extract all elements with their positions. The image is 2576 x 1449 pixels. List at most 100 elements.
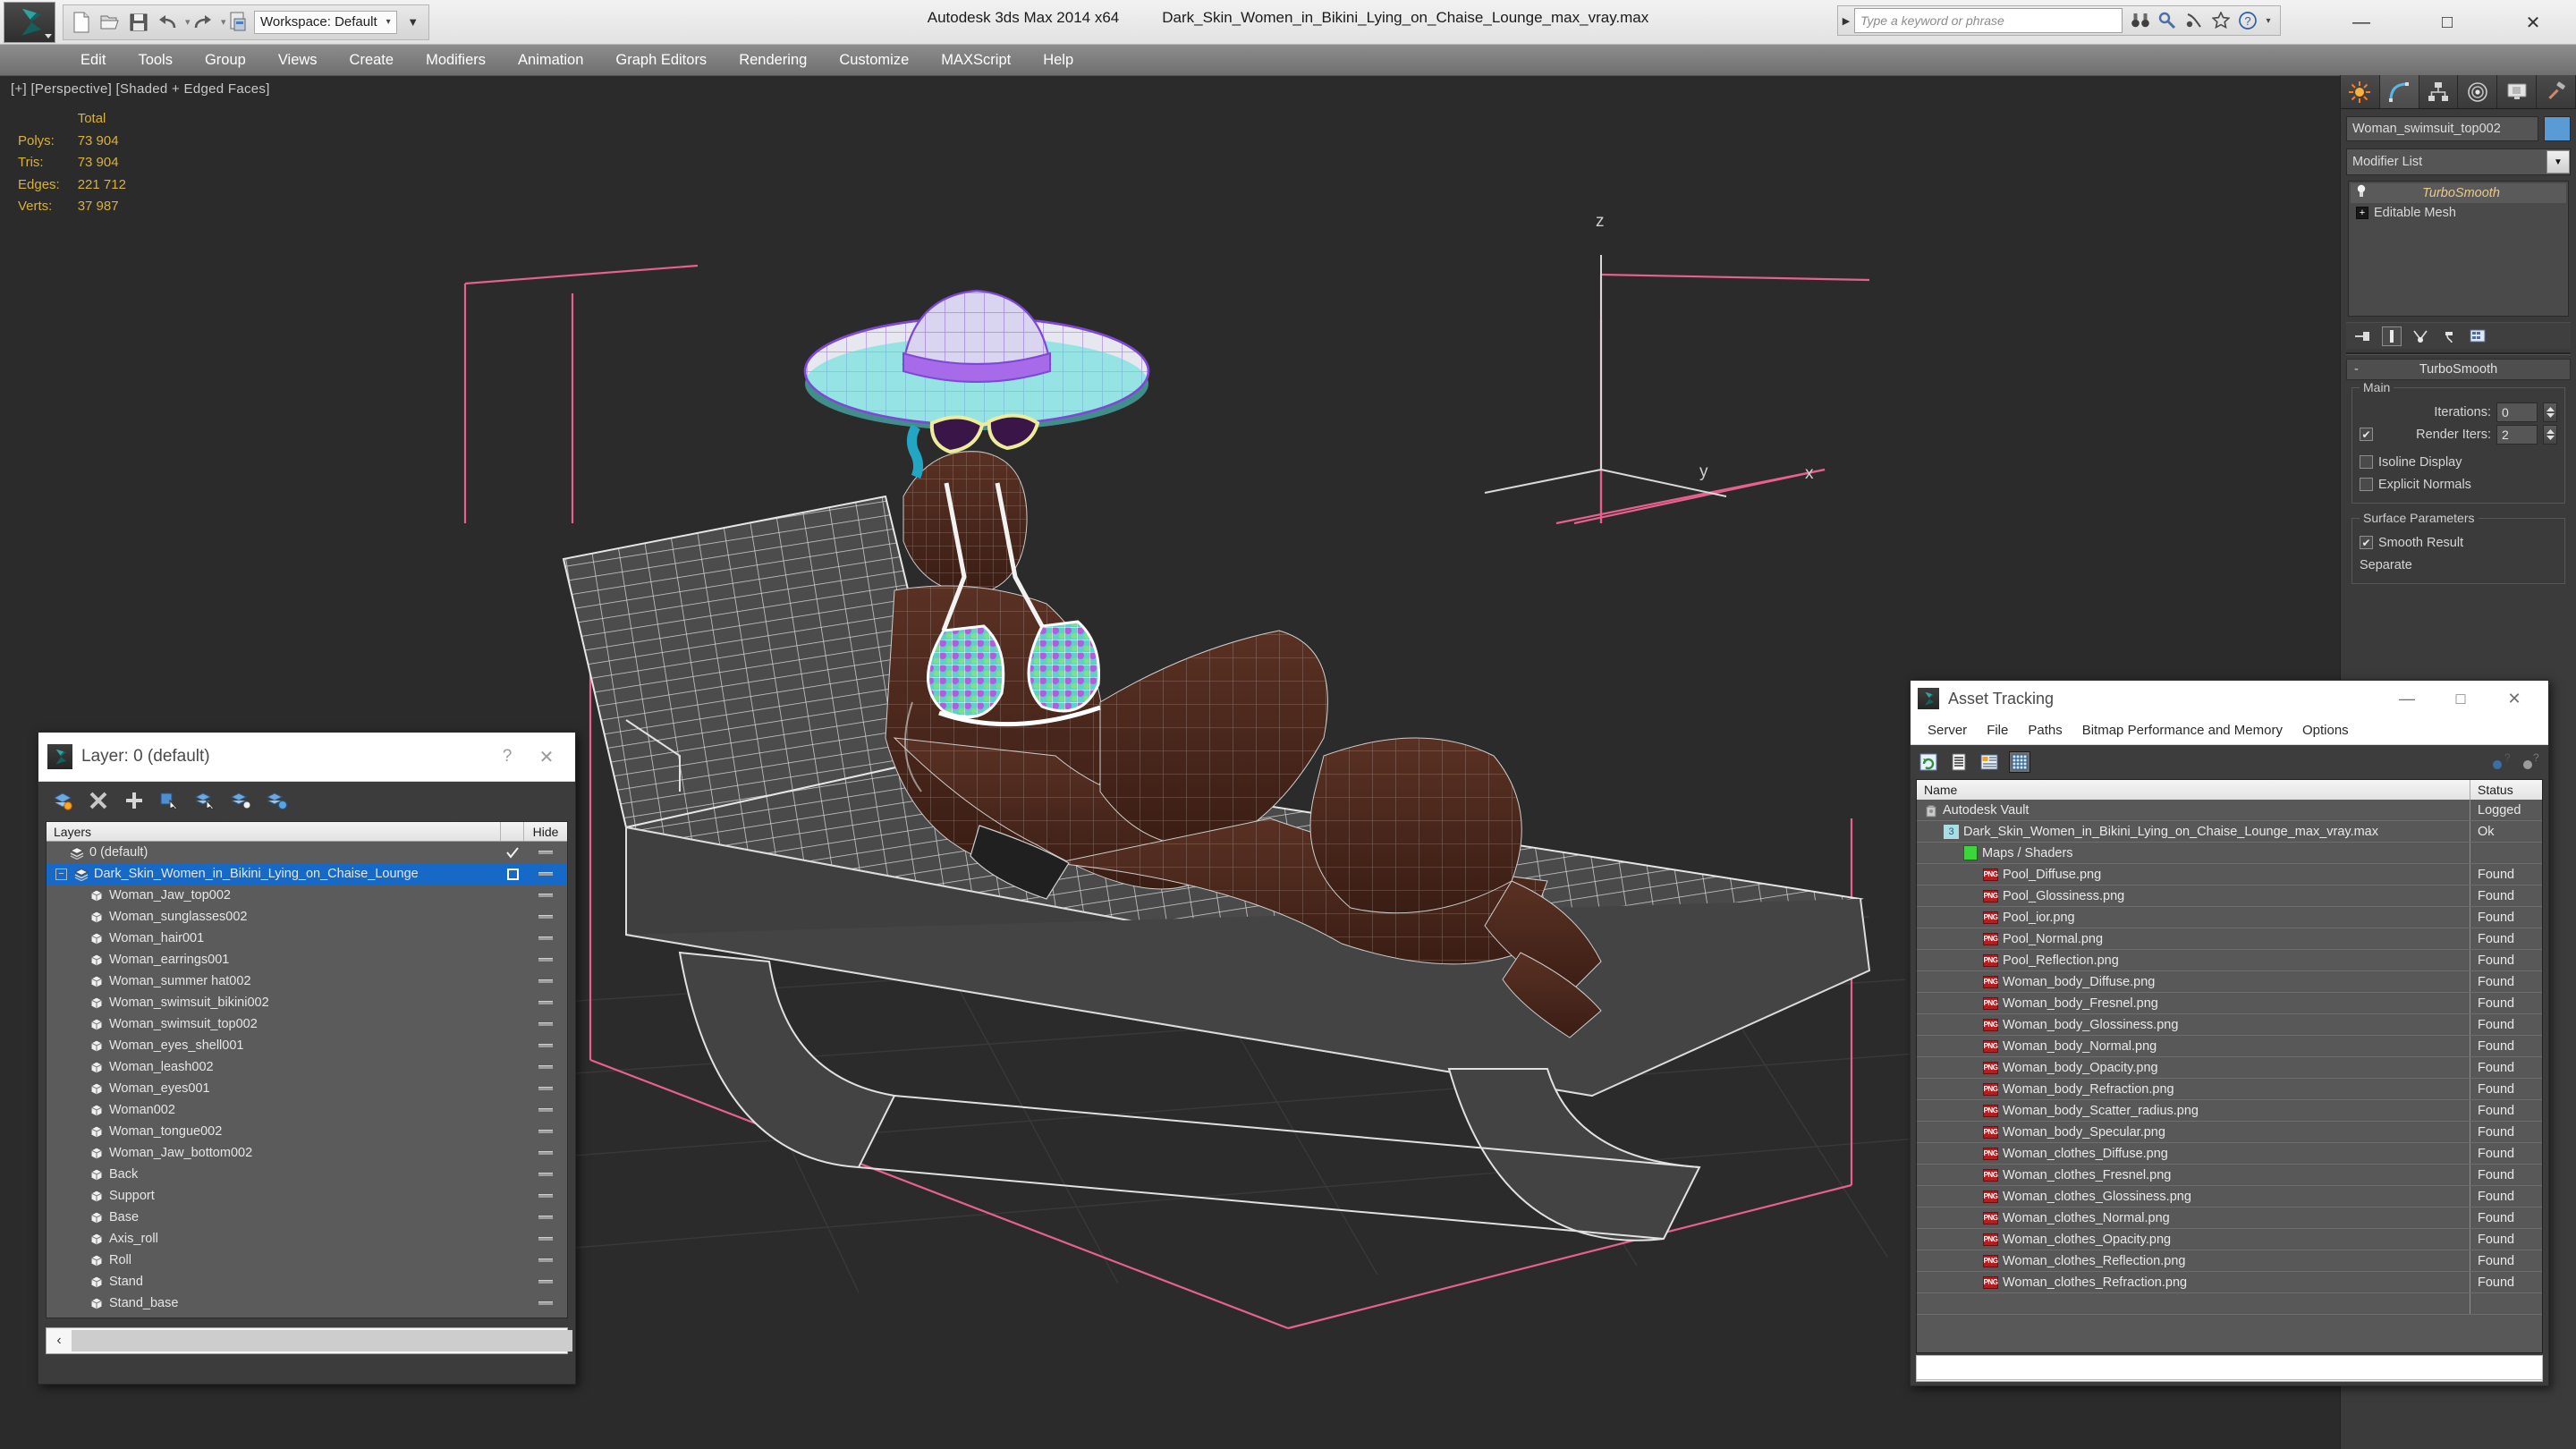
- layer-row[interactable]: Woman_Jaw_top002: [47, 885, 567, 906]
- asset-menu-paths[interactable]: Paths: [2018, 723, 2072, 738]
- asset-row[interactable]: PNG Woman_clothes_Glossiness.png Found: [1917, 1186, 2542, 1208]
- hide-toggle-icon[interactable]: [538, 851, 553, 854]
- open-file-icon[interactable]: [97, 9, 123, 36]
- layer-hide-cell[interactable]: [524, 851, 567, 854]
- layer-hide-cell[interactable]: [524, 1151, 567, 1155]
- scroll-left-icon[interactable]: ‹: [47, 1333, 72, 1349]
- layer-hide-cell[interactable]: [524, 1258, 567, 1262]
- tab-hierarchy[interactable]: [2419, 75, 2459, 108]
- asset-row[interactable]: PNG Woman_body_Refraction.png Found: [1917, 1079, 2542, 1100]
- menu-item-graph-editors[interactable]: Graph Editors: [599, 45, 723, 75]
- tab-utilities[interactable]: [2537, 75, 2576, 108]
- layer-current-cell[interactable]: [501, 868, 524, 880]
- layer-row[interactable]: Woman002: [47, 1099, 567, 1121]
- asset-menu-options[interactable]: Options: [2292, 723, 2359, 738]
- layer-row[interactable]: Woman_sunglasses002: [47, 906, 567, 928]
- chevron-down-icon[interactable]: ▼: [2546, 150, 2570, 174]
- asset-row[interactable]: PNG Woman_clothes_Opacity.png Found: [1917, 1229, 2542, 1250]
- hide-toggle-icon[interactable]: [538, 958, 553, 962]
- menu-item-maxscript[interactable]: MAXScript: [925, 45, 1027, 75]
- asset-row[interactable]: PNG Woman_body_Specular.png Found: [1917, 1122, 2542, 1143]
- binoculars-icon[interactable]: [2128, 7, 2153, 34]
- help-dropdown-icon[interactable]: ▾: [2262, 7, 2275, 34]
- asset-tracking-dialog[interactable]: Asset Tracking — □ ✕ Server File Paths B…: [1910, 680, 2549, 1386]
- layer-row[interactable]: Woman_hair001: [47, 928, 567, 949]
- layer-hide-cell[interactable]: [524, 1022, 567, 1026]
- layer-hide-cell[interactable]: [524, 1237, 567, 1241]
- layer-hide-cell[interactable]: [524, 1130, 567, 1133]
- add-selection-icon[interactable]: [123, 789, 146, 812]
- layer-hide-cell[interactable]: [524, 958, 567, 962]
- layer-row[interactable]: Base: [47, 1207, 567, 1228]
- hide-toggle-icon[interactable]: [538, 1173, 553, 1176]
- menu-item-animation[interactable]: Animation: [502, 45, 599, 75]
- show-end-result-icon[interactable]: [2382, 326, 2402, 346]
- undo-dropdown-icon[interactable]: ▾: [182, 16, 191, 28]
- undo-icon[interactable]: [154, 9, 181, 36]
- layer-hide-cell[interactable]: [524, 936, 567, 940]
- hide-toggle-icon[interactable]: [538, 872, 553, 876]
- asset-row[interactable]: PNG Woman_clothes_Refraction.png Found: [1917, 1272, 2542, 1293]
- set-project-folder-icon[interactable]: [225, 9, 252, 36]
- minimize-button[interactable]: —: [2318, 0, 2404, 45]
- make-unique-icon[interactable]: [2411, 326, 2430, 346]
- help-button[interactable]: ?: [487, 747, 527, 767]
- asset-row[interactable]: PNG Woman_body_Scatter_radius.png Found: [1917, 1100, 2542, 1122]
- menu-item-views[interactable]: Views: [262, 45, 334, 75]
- layer-horizontal-scrollbar[interactable]: ‹ ›: [46, 1327, 572, 1354]
- asset-list[interactable]: Name Status Autodesk Vault Logged 3 Dark_Sk…: [1916, 779, 2543, 1353]
- menu-item-help[interactable]: Help: [1027, 45, 1089, 75]
- asset-row[interactable]: PNG Woman_body_Fresnel.png Found: [1917, 993, 2542, 1014]
- hide-toggle-icon[interactable]: [538, 915, 553, 919]
- asset-row[interactable]: PNG Woman_clothes_Fresnel.png Found: [1917, 1165, 2542, 1186]
- pin-stack-icon[interactable]: [2353, 326, 2373, 346]
- scroll-thumb[interactable]: [72, 1330, 572, 1352]
- asset-row[interactable]: PNG Woman_clothes_Normal.png Found: [1917, 1208, 2542, 1229]
- layer-dialog[interactable]: Layer: 0 (default) ? ✕ Layers Hide 0 (de…: [38, 732, 576, 1385]
- layer-row[interactable]: Woman_summer hat002: [47, 970, 567, 992]
- asset-row[interactable]: PNG Woman_clothes_Reflection.png Found: [1917, 1250, 2542, 1272]
- asset-row[interactable]: PNG Pool_Reflection.png Found: [1917, 950, 2542, 971]
- scroll-track[interactable]: [72, 1329, 572, 1352]
- redo-dropdown-icon[interactable]: ▾: [218, 16, 226, 28]
- asset-row[interactable]: PNG Woman_clothes_Diffuse.png Found: [1917, 1143, 2542, 1165]
- redo-icon[interactable]: [190, 9, 216, 36]
- asset-row[interactable]: PNG Woman_body_Glossiness.png Found: [1917, 1014, 2542, 1036]
- hide-toggle-icon[interactable]: [538, 1216, 553, 1219]
- menu-item-modifiers[interactable]: Modifiers: [410, 45, 502, 75]
- set-current-layer-icon[interactable]: [230, 789, 253, 812]
- select-objects-in-layer-icon[interactable]: [158, 789, 182, 812]
- maximize-button[interactable]: □: [2404, 0, 2490, 45]
- iterations-stepper[interactable]: [2543, 402, 2557, 422]
- infocenter-expand-icon[interactable]: ▶: [1838, 6, 1854, 35]
- close-button[interactable]: ✕: [2487, 690, 2541, 708]
- iterations-input[interactable]: 0: [2496, 402, 2538, 422]
- hide-toggle-icon[interactable]: [538, 1258, 553, 1262]
- hide-toggle-icon[interactable]: [538, 936, 553, 940]
- app-logo-button[interactable]: [4, 1, 55, 43]
- layer-hide-cell[interactable]: [524, 915, 567, 919]
- add-asset-help-icon[interactable]: ?: [2489, 751, 2511, 773]
- close-button[interactable]: ✕: [527, 746, 566, 768]
- layer-hide-cell[interactable]: [524, 1065, 567, 1069]
- workspace-combo[interactable]: Workspace: Default ▾: [254, 10, 397, 34]
- hide-toggle-icon[interactable]: [538, 1044, 553, 1047]
- modifier-list-combo[interactable]: Modifier List ▼: [2346, 148, 2571, 175]
- render-iters-checkbox[interactable]: ✔: [2360, 428, 2373, 441]
- layer-properties-icon[interactable]: [266, 789, 289, 812]
- collapse-icon[interactable]: -: [2354, 362, 2359, 377]
- viewport-label[interactable]: [+] [Perspective] [Shaded + Edged Faces]: [11, 81, 270, 97]
- explicit-normals-checkbox[interactable]: [2360, 478, 2373, 491]
- asset-row[interactable]: PNG Pool_Normal.png Found: [1917, 928, 2542, 950]
- object-name-field[interactable]: Woman_swimsuit_top002: [2346, 116, 2538, 141]
- select-layer-by-object-icon[interactable]: [194, 789, 217, 812]
- minimize-button[interactable]: —: [2380, 690, 2434, 708]
- layer-row[interactable]: Woman_Jaw_bottom002: [47, 1142, 567, 1164]
- delete-layer-icon[interactable]: [87, 789, 110, 812]
- asset-menu-bitmap-performance[interactable]: Bitmap Performance and Memory: [2072, 723, 2292, 738]
- expand-collapse-icon[interactable]: −: [55, 868, 67, 880]
- hide-toggle-icon[interactable]: [538, 1280, 553, 1284]
- layer-hide-cell[interactable]: [524, 1280, 567, 1284]
- layer-hide-cell[interactable]: [524, 1044, 567, 1047]
- configure-sets-icon[interactable]: [2468, 326, 2487, 346]
